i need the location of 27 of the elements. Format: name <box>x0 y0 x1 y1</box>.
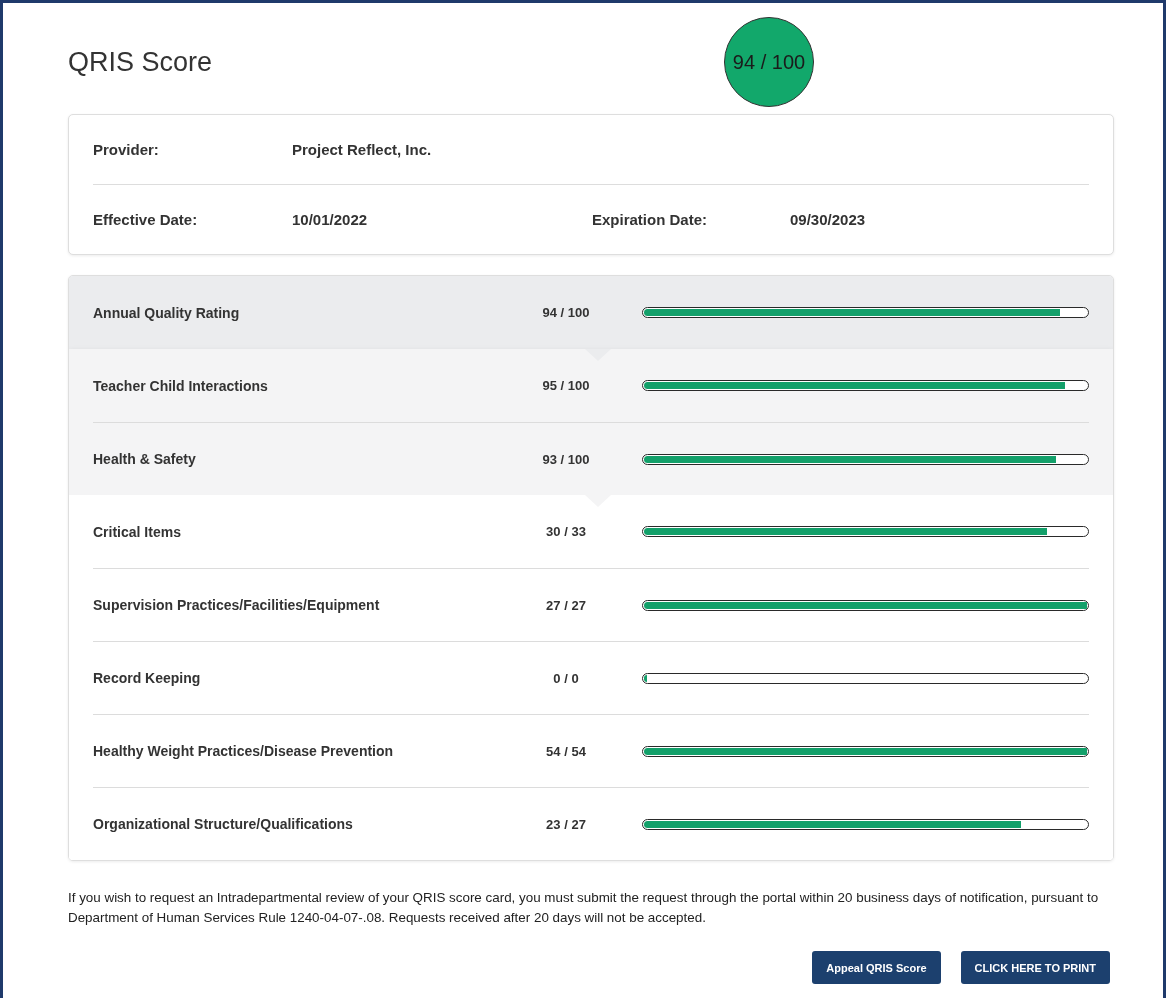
rating-name: Healthy Weight Practices/Disease Prevention <box>93 743 394 759</box>
field-label: Expiration Date: <box>592 211 708 228</box>
rating-score: 30 / 33 <box>546 524 586 539</box>
page-title: QRIS Score <box>68 46 213 78</box>
field-value: Project Reflect, Inc. <box>292 141 432 158</box>
rating-name: Organizational Structure/Qualifications <box>93 816 353 832</box>
rating-score: 93 / 100 <box>542 451 590 467</box>
score-circle: 94 / 100 <box>724 17 814 107</box>
rating-name: Health & Safety <box>93 451 196 467</box>
action-button[interactable]: Appeal QRIS Score <box>812 951 941 984</box>
field-value: 09/30/2023 <box>790 211 866 228</box>
field-label: Provider: <box>93 141 159 158</box>
rating-name: Record Keeping <box>93 670 201 686</box>
rating-score: 27 / 27 <box>546 597 586 613</box>
rating-score: 95 / 100 <box>542 378 590 393</box>
rating-name: Supervision Practices/Facilities/Equipment <box>93 597 380 613</box>
field-value: 10/01/2022 <box>292 211 368 228</box>
notice-text: If you wish to request an Intradepartmental review of your QRIS score card, you must submit the request through the portal within 20 business days of notification, pursuant to Department of Human Services Rule 1240-04-07-.08. Requests received after 20 days will not be accepted. <box>68 889 1100 927</box>
rating-name: Critical Items <box>93 523 181 540</box>
rating-score: 54 / 54 <box>546 743 586 759</box>
field-label: Effective Date: <box>93 211 198 228</box>
rating-name: Teacher Child Interactions <box>93 377 268 394</box>
action-button[interactable]: CLICK HERE TO PRINT <box>960 951 1110 984</box>
rating-score: 23 / 27 <box>546 816 586 832</box>
rating-name: Annual Quality Rating <box>93 304 240 321</box>
rating-score: 94 / 100 <box>542 305 590 320</box>
rating-score: 0 / 0 <box>553 670 579 686</box>
